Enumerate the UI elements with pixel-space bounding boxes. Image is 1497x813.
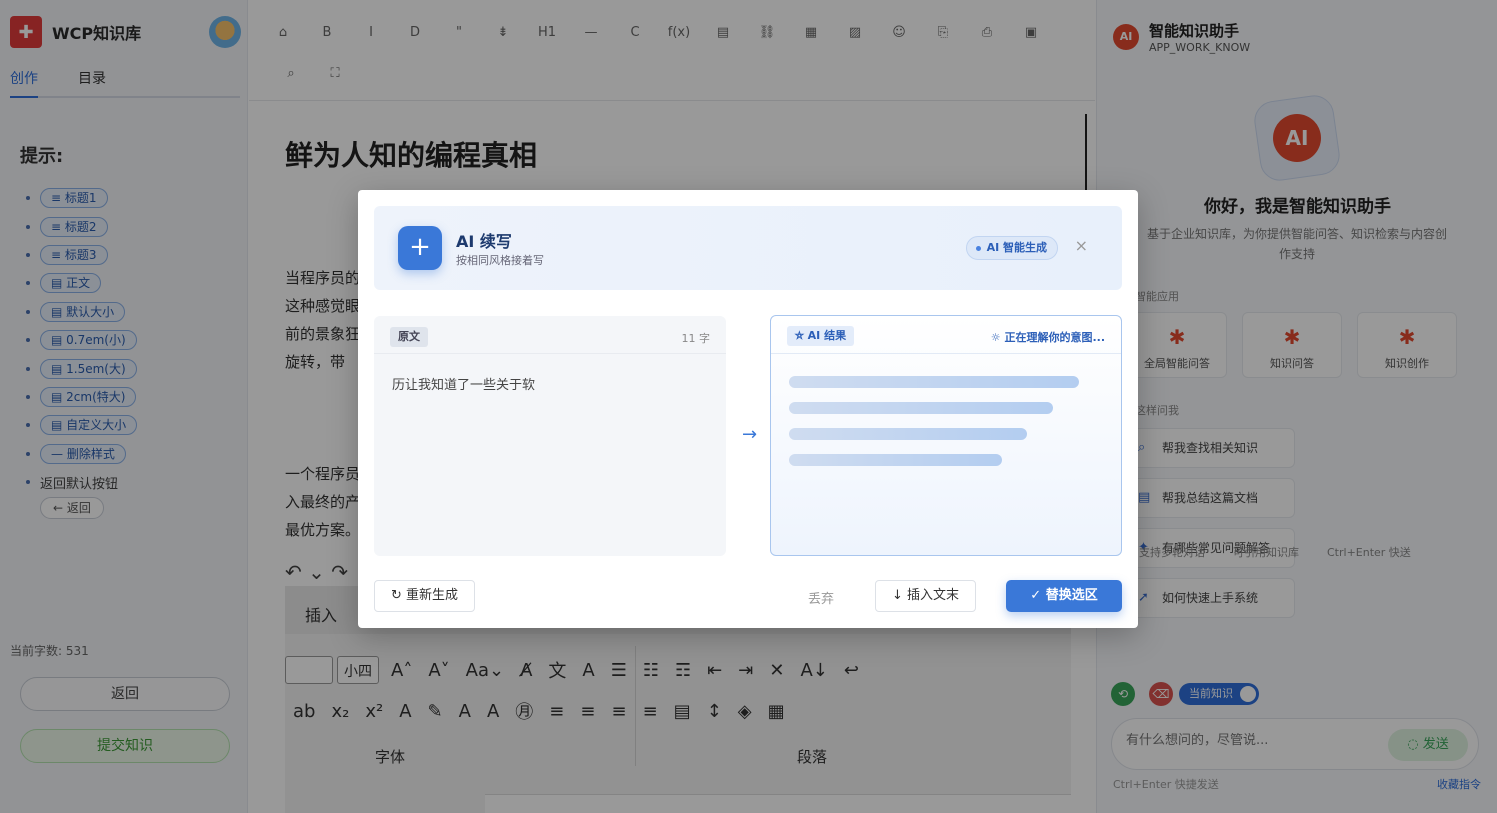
arrow-right-icon: → [742,424,758,445]
modal-subtitle: 按相同风格接着写 [456,254,544,267]
ai-generate-badge: AI 智能生成 [965,236,1058,260]
original-label: 原文 [390,327,428,347]
original-panel: 原文 11 字 历让我知道了一些关于软 [374,316,726,556]
original-char-count: 11 字 [681,332,711,345]
regenerate-button[interactable]: ↻ 重新生成 [374,580,476,612]
ai-continue-modal: + AI 续写 按相同风格接着写 AI 智能生成 × 原文 11 字 历让我知道… [358,190,1138,628]
insert-at-end-button[interactable]: ↓ 插入文末 [875,580,977,612]
plus-icon: + [398,226,442,270]
discard-button[interactable]: 丢弃 [808,588,834,607]
result-status: ☼ 正在理解你的意图... [990,331,1105,344]
original-header: 原文 11 字 [374,316,726,354]
result-panel: ⛥ AI 结果 ☼ 正在理解你的意图... [770,315,1122,556]
result-label: ⛥ AI 结果 [787,326,855,346]
close-icon[interactable]: × [1075,236,1088,255]
loading-skeleton-line [789,402,1053,414]
loading-skeleton-line [789,376,1079,388]
loading-skeleton-line [789,428,1027,440]
loading-skeleton-line [789,454,1002,466]
replace-selection-button[interactable]: ✓ 替换选区 [1006,580,1122,612]
original-text: 历让我知道了一些关于软 [392,378,536,393]
modal-title: AI 续写 [456,232,512,251]
modal-header: + AI 续写 按相同风格接着写 AI 智能生成 × [374,206,1122,290]
result-header: ⛥ AI 结果 ☼ 正在理解你的意图... [771,316,1121,354]
